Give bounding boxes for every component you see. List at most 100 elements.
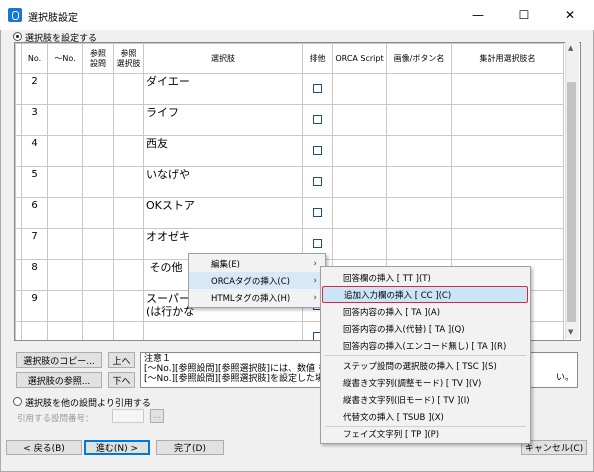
agg-name-cell[interactable] <box>451 135 564 167</box>
no-cell[interactable]: 9 <box>21 290 48 322</box>
orca-item-answer-content-alt[interactable]: 回答内容の挿入(代替) [ TA ](Q) <box>321 320 530 337</box>
table-row[interactable]: 2 ダイエー <box>15 73 564 105</box>
menu-item-html-tag[interactable]: HTMLタグの挿入(H) › <box>189 289 325 306</box>
no-cell[interactable]: 4 <box>21 135 48 167</box>
col-header-orca-script[interactable]: ORCA Script <box>332 43 387 74</box>
close-icon[interactable]: ✕ <box>547 0 593 30</box>
exclusive-checkbox[interactable] <box>313 208 322 217</box>
quote-question-input[interactable] <box>112 409 144 423</box>
reference-choices-button[interactable]: 選択肢の参照... <box>16 372 102 388</box>
to-no-cell[interactable] <box>47 197 83 229</box>
to-no-cell[interactable] <box>47 321 83 340</box>
choice-cell[interactable]: OKストア <box>143 197 303 229</box>
choice-cell[interactable]: ライフ <box>143 104 303 136</box>
back-button[interactable]: < 戻る(B) <box>6 440 82 455</box>
menu-item-orca-tag[interactable]: ORCAタグの挿入(C) › <box>189 272 325 289</box>
orca-script-cell[interactable] <box>332 166 387 198</box>
next-button[interactable]: 進む(N) > <box>84 440 150 455</box>
col-header-ref-choice[interactable]: 参照 選択肢 <box>113 43 144 74</box>
image-button-cell[interactable] <box>386 197 452 229</box>
no-cell[interactable]: 8 <box>21 259 48 291</box>
table-row[interactable]: 3 ライフ <box>15 104 564 136</box>
col-header-choice[interactable]: 選択肢 <box>143 43 303 74</box>
exclusive-checkbox[interactable] <box>313 84 322 93</box>
exclusive-cell[interactable] <box>302 73 333 105</box>
minimize-icon[interactable]: — <box>455 0 501 30</box>
ref-question-cell[interactable] <box>82 104 114 136</box>
to-no-cell[interactable] <box>47 73 83 105</box>
exclusive-cell[interactable] <box>302 166 333 198</box>
col-header-image-button[interactable]: 画像/ボタン名 <box>386 43 452 74</box>
choice-cell[interactable]: いなげや <box>143 166 303 198</box>
quote-choices-radio[interactable] <box>13 397 22 406</box>
no-cell[interactable]: 2 <box>21 73 48 105</box>
orca-script-cell[interactable] <box>332 228 387 260</box>
agg-name-cell[interactable] <box>451 228 564 260</box>
orca-item-vertical-old[interactable]: 縦書き文字列(旧モード) [ TV ](I) <box>321 391 530 408</box>
table-row[interactable]: 5 いなげや <box>15 166 564 198</box>
ref-question-cell[interactable] <box>82 135 114 167</box>
col-header-to-no[interactable]: 〜No. <box>47 43 83 74</box>
ref-choice-cell[interactable] <box>113 73 144 105</box>
orca-script-cell[interactable] <box>332 135 387 167</box>
move-down-button[interactable]: 下へ <box>108 372 135 388</box>
exclusive-checkbox[interactable] <box>313 146 322 155</box>
col-header-no[interactable]: No. <box>21 43 48 74</box>
exclusive-cell[interactable] <box>302 104 333 136</box>
image-button-cell[interactable] <box>386 228 452 260</box>
orca-item-answer-content[interactable]: 回答内容の挿入 [ TA ](A) <box>321 303 530 320</box>
menu-item-edit[interactable]: 編集(E) › <box>189 255 325 272</box>
table-row[interactable]: 4 西友 <box>15 135 564 167</box>
to-no-cell[interactable] <box>47 135 83 167</box>
col-header-exclusive[interactable]: 排他 <box>302 43 333 74</box>
exclusive-checkbox[interactable] <box>313 239 322 248</box>
to-no-cell[interactable] <box>47 228 83 260</box>
ref-choice-cell[interactable] <box>113 166 144 198</box>
image-button-cell[interactable] <box>386 166 452 198</box>
scroll-up-arrow-icon[interactable]: ▲ <box>568 44 573 52</box>
exclusive-cell[interactable] <box>302 135 333 167</box>
orca-script-cell[interactable] <box>332 104 387 136</box>
choice-cell[interactable] <box>143 321 303 340</box>
browse-question-button[interactable]: ... <box>150 409 164 423</box>
maximize-icon[interactable]: ☐ <box>501 0 547 30</box>
no-cell[interactable]: 3 <box>21 104 48 136</box>
table-row[interactable]: 6 OKストア <box>15 197 564 229</box>
choice-cell[interactable]: ダイエー <box>143 73 303 105</box>
no-cell[interactable]: 6 <box>21 197 48 229</box>
to-no-cell[interactable] <box>47 259 83 291</box>
ref-question-cell[interactable] <box>82 166 114 198</box>
agg-name-cell[interactable] <box>451 104 564 136</box>
col-header-ref-question[interactable]: 参照 設問 <box>82 43 114 74</box>
orca-item-phase-string[interactable]: フェイズ文字列 [ TP ](P) <box>321 425 530 442</box>
orca-item-substitute[interactable]: 代替文の挿入 [ TSUB ](X) <box>321 408 530 425</box>
ref-choice-cell[interactable] <box>113 228 144 260</box>
ref-question-cell[interactable] <box>82 228 114 260</box>
orca-item-vertical-adjust[interactable]: 縦書き文字列(調整モード) [ TV ](V) <box>321 374 530 391</box>
ref-choice-cell[interactable] <box>113 259 144 291</box>
agg-name-cell[interactable] <box>451 73 564 105</box>
ref-choice-cell[interactable] <box>113 290 144 322</box>
exclusive-checkbox[interactable] <box>313 177 322 186</box>
choice-cell[interactable]: 西友 <box>143 135 303 167</box>
scroll-down-arrow-icon[interactable]: ▼ <box>568 328 573 336</box>
image-button-cell[interactable] <box>386 104 452 136</box>
ref-choice-cell[interactable] <box>113 321 144 340</box>
ref-question-cell[interactable] <box>82 197 114 229</box>
ref-choice-cell[interactable] <box>113 197 144 229</box>
agg-name-cell[interactable] <box>451 197 564 229</box>
ref-question-cell[interactable] <box>82 73 114 105</box>
ref-choice-cell[interactable] <box>113 104 144 136</box>
to-no-cell[interactable] <box>47 104 83 136</box>
copy-choices-button[interactable]: 選択肢のコピー... <box>16 352 102 368</box>
orca-item-additional-input[interactable]: 追加入力欄の挿入 [ CC ](C) <box>322 286 528 303</box>
orca-item-answer-content-noenc[interactable]: 回答内容の挿入(エンコード無し) [ TA ](R) <box>321 337 530 354</box>
exclusive-checkbox[interactable] <box>313 115 322 124</box>
orca-item-step-choice[interactable]: ステップ設問の選択肢の挿入 [ TSC ](S) <box>321 357 530 374</box>
move-up-button[interactable]: 上へ <box>108 352 135 368</box>
no-cell[interactable]: 7 <box>21 228 48 260</box>
col-header-agg-name[interactable]: 集計用選択肢名 <box>451 43 564 74</box>
finish-button[interactable]: 完了(D) <box>156 440 224 455</box>
ref-choice-cell[interactable] <box>113 135 144 167</box>
ref-question-cell[interactable] <box>82 290 114 322</box>
